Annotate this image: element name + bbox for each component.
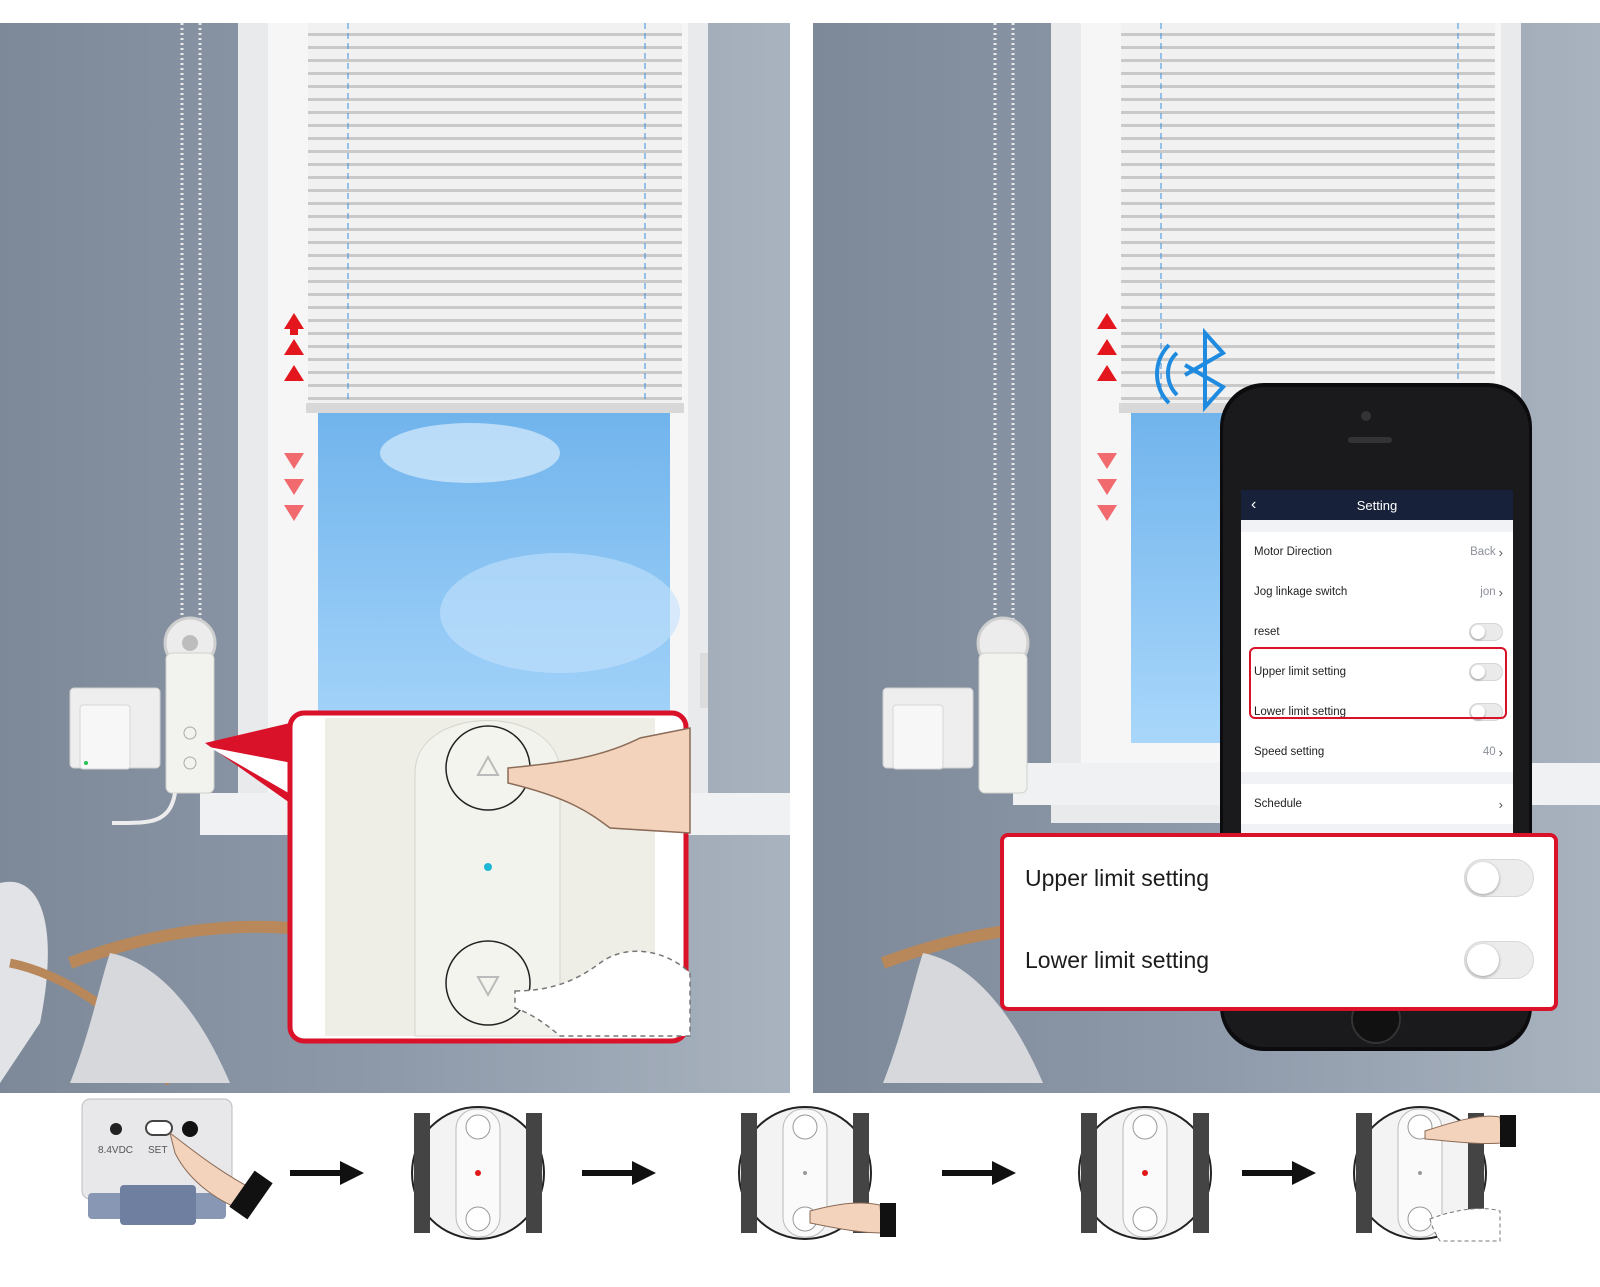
chevron-left-icon[interactable]: ‹ <box>1251 496 1256 514</box>
setting-label: Schedule <box>1254 798 1302 810</box>
setting-value: 40 <box>1482 746 1496 758</box>
setting-row-speed[interactable]: Speed setting 40 › <box>1241 732 1513 772</box>
chevron-right-icon: › <box>1498 544 1503 560</box>
right-arrow-icon <box>290 1161 364 1185</box>
setting-row-jog-linkage[interactable]: Jog linkage switch jon › <box>1241 572 1513 612</box>
right-arrow-icon <box>942 1161 1016 1185</box>
zoom-row-upper-limit: Upper limit setting <box>1004 837 1554 919</box>
steps-illustration: 8.4VDC SET <box>81 1098 1516 1242</box>
limit-settings-highlight <box>1249 647 1507 719</box>
setting-label: reset <box>1254 626 1280 638</box>
chevron-right-icon: › <box>1498 584 1503 600</box>
right-arrow-icon <box>582 1161 656 1185</box>
setting-row-motor-direction[interactable]: Motor Direction Back › <box>1241 532 1513 572</box>
chevron-right-icon: › <box>1498 744 1503 760</box>
chevron-right-icon: › <box>1498 796 1503 812</box>
setting-label: Jog linkage switch <box>1254 586 1348 598</box>
right-scene-panel: ‹ Setting Motor Direction Back › Jog link… <box>813 23 1600 1093</box>
step-3-controller-press-down <box>738 1106 896 1240</box>
voltage-label: 8.4VDC <box>98 1145 133 1156</box>
left-window-scene <box>0 23 790 1093</box>
window-handle <box>700 653 708 708</box>
zoom-label: Upper limit setting <box>1025 864 1210 891</box>
zoom-row-lower-limit: Lower limit setting <box>1004 919 1554 1001</box>
step-1-motor-set-button: 8.4VDC SET <box>81 1098 273 1225</box>
controller-down-button[interactable] <box>445 940 531 1026</box>
set-label: SET <box>148 1145 167 1156</box>
step-5-controller-press-up <box>1353 1106 1516 1242</box>
procedure-steps: 8.4VDC SET <box>0 1093 1600 1287</box>
status-led-icon <box>484 863 492 871</box>
limit-settings-zoom-card: Upper limit setting Lower limit setting <box>1000 833 1558 1011</box>
right-arrow-icon <box>1242 1161 1316 1185</box>
setting-value: Back <box>1470 546 1496 558</box>
upper-limit-toggle-large[interactable] <box>1464 859 1534 897</box>
reset-toggle[interactable] <box>1469 623 1503 641</box>
setting-label: Motor Direction <box>1254 546 1332 558</box>
step-4-controller <box>1078 1106 1212 1240</box>
setting-value: jon <box>1480 586 1496 598</box>
setting-label: Speed setting <box>1254 746 1325 758</box>
step-2-controller <box>411 1106 545 1240</box>
app-title: Setting <box>1356 497 1398 513</box>
zoom-label: Lower limit setting <box>1025 946 1210 973</box>
left-scene-panel <box>0 23 790 1093</box>
app-header: ‹ Setting <box>1241 490 1513 520</box>
setting-row-schedule[interactable]: Schedule › <box>1241 784 1513 824</box>
setting-row-reset: reset <box>1241 612 1513 652</box>
lower-limit-toggle-large[interactable] <box>1464 941 1534 979</box>
